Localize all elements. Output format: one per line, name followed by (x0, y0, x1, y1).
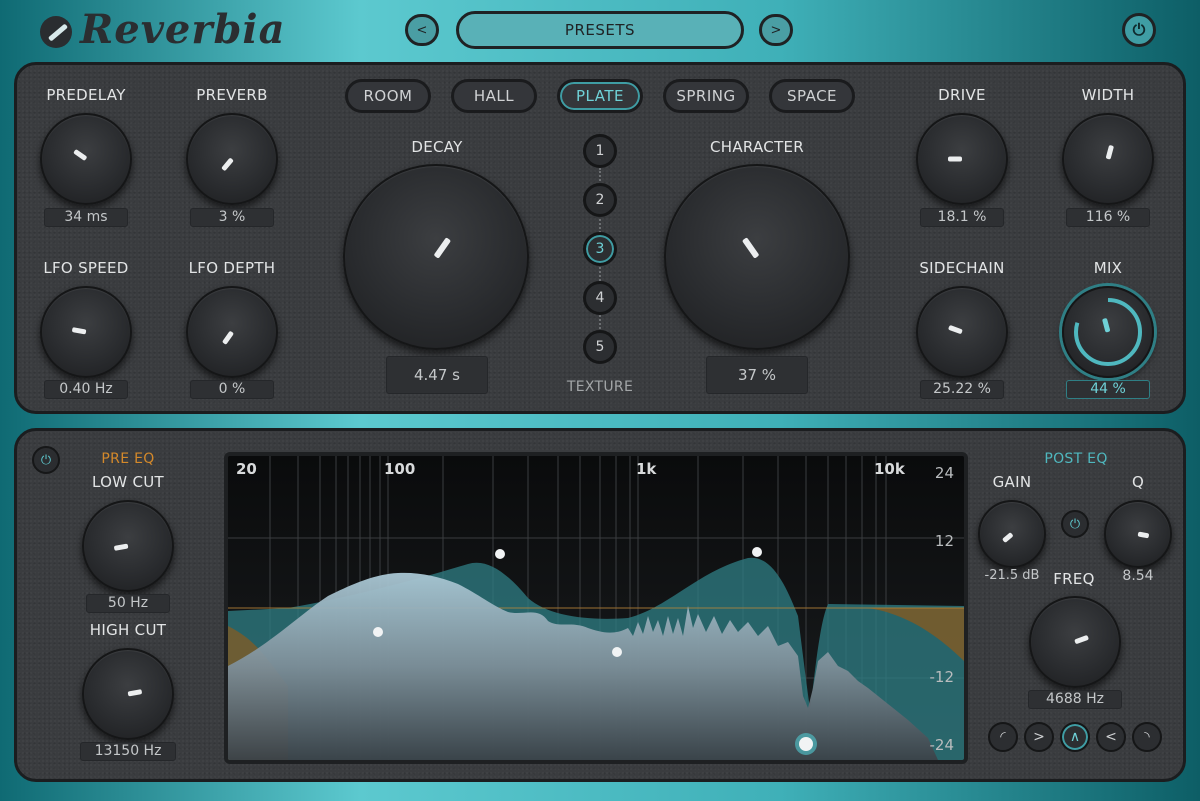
decay-label: DECAY (411, 138, 463, 156)
lfo-speed-value[interactable]: 0.40 Hz (44, 380, 128, 399)
freq-label-10k: 10k (874, 460, 905, 478)
predelay-label: PREDELAY (46, 86, 126, 104)
next-preset-button[interactable]: > (759, 14, 793, 46)
drive-knob[interactable] (916, 113, 1008, 205)
texture-label: TEXTURE (566, 379, 634, 395)
mix-value[interactable]: 44 % (1066, 380, 1150, 399)
texture-step-2[interactable]: 2 (583, 183, 617, 217)
pre-eq-power-icon[interactable]: ⏻ (32, 446, 60, 474)
high-cut-value[interactable]: 13150 Hz (80, 742, 176, 761)
sidechain-value[interactable]: 25.22 % (920, 380, 1004, 399)
bell-icon[interactable]: ∧ (1060, 722, 1090, 752)
type-room-button[interactable]: ROOM (345, 79, 431, 113)
low-cut-value[interactable]: 50 Hz (86, 594, 170, 613)
low-cut-label: LOW CUT (92, 473, 164, 491)
character-value[interactable]: 37 % (706, 356, 808, 394)
freq-label-1k: 1k (636, 460, 657, 478)
freq-knob[interactable] (1029, 596, 1121, 688)
logo-icon (40, 16, 72, 48)
predelay-knob[interactable] (40, 113, 132, 205)
mix-arc-icon (1074, 298, 1142, 366)
drive-label: DRIVE (938, 86, 986, 104)
character-knob[interactable] (664, 164, 850, 350)
width-label: WIDTH (1081, 86, 1135, 104)
preverb-knob[interactable] (186, 113, 278, 205)
lfo-speed-knob[interactable] (40, 286, 132, 378)
post-eq-title: POST EQ (1044, 451, 1108, 467)
texture-step-5[interactable]: 5 (583, 330, 617, 364)
low-cut-knob[interactable] (82, 500, 174, 592)
preverb-label: PREVERB (196, 86, 268, 104)
sidechain-label: SIDECHAIN (919, 259, 1005, 277)
predelay-value[interactable]: 34 ms (44, 208, 128, 227)
lfo-depth-knob[interactable] (186, 286, 278, 378)
gain-label: GAIN (992, 473, 1032, 491)
freq-label-20: 20 (236, 460, 257, 478)
q-label: Q (1131, 473, 1145, 491)
preverb-value[interactable]: 3 % (190, 208, 274, 227)
low-pass-icon[interactable]: < (1096, 722, 1126, 752)
high-cut-label: HIGH CUT (89, 621, 167, 639)
gain-knob[interactable] (978, 500, 1046, 568)
low-shelf-icon[interactable]: ◜ (988, 722, 1018, 752)
db-label-minus-12: -12 (929, 668, 955, 686)
drive-value[interactable]: 18.1 % (920, 208, 1004, 227)
sidechain-knob[interactable] (916, 286, 1008, 378)
lfo-depth-label: LFO DEPTH (188, 259, 276, 277)
pre-eq-title: PRE EQ (101, 451, 155, 467)
db-label-12: 12 (934, 532, 954, 550)
type-space-button[interactable]: SPACE (769, 79, 855, 113)
app-title: Reverbia (80, 6, 286, 53)
character-label: CHARACTER (709, 138, 805, 156)
width-value[interactable]: 116 % (1066, 208, 1150, 227)
high-pass-icon[interactable]: > (1024, 722, 1054, 752)
q-knob[interactable] (1104, 500, 1172, 568)
texture-step-3[interactable]: 3 (583, 232, 617, 266)
presets-selector[interactable]: PRESETS (456, 11, 744, 49)
type-plate-button[interactable]: PLATE (557, 79, 643, 113)
eq-curve-graph[interactable] (228, 456, 964, 760)
decay-knob[interactable] (343, 164, 529, 350)
width-knob[interactable] (1062, 113, 1154, 205)
decay-value[interactable]: 4.47 s (386, 356, 488, 394)
high-shelf-icon[interactable]: ◝ (1132, 722, 1162, 752)
mix-label: MIX (1093, 259, 1123, 277)
lfo-speed-label: LFO SPEED (43, 259, 129, 277)
texture-step-4[interactable]: 4 (583, 281, 617, 315)
q-value[interactable]: 8.54 (1102, 568, 1174, 584)
freq-label-100: 100 (384, 460, 416, 478)
type-spring-button[interactable]: SPRING (663, 79, 749, 113)
db-label-minus-24: -24 (929, 736, 955, 754)
type-hall-button[interactable]: HALL (451, 79, 537, 113)
lfo-depth-value[interactable]: 0 % (190, 380, 274, 399)
high-cut-knob[interactable] (82, 648, 174, 740)
post-eq-power-icon[interactable]: ⏻ (1061, 510, 1089, 538)
eq-display[interactable]: 20 100 1k 10k 24 12 -12 -24 (224, 452, 968, 764)
freq-value[interactable]: 4688 Hz (1028, 690, 1122, 709)
texture-step-1[interactable]: 1 (583, 134, 617, 168)
power-icon[interactable]: ⏻ (1122, 13, 1156, 47)
prev-preset-button[interactable]: < (405, 14, 439, 46)
gain-value[interactable]: -21.5 dB (976, 568, 1048, 583)
freq-label: FREQ (1053, 570, 1095, 588)
db-label-24: 24 (934, 464, 954, 482)
mix-knob[interactable] (1062, 286, 1154, 378)
